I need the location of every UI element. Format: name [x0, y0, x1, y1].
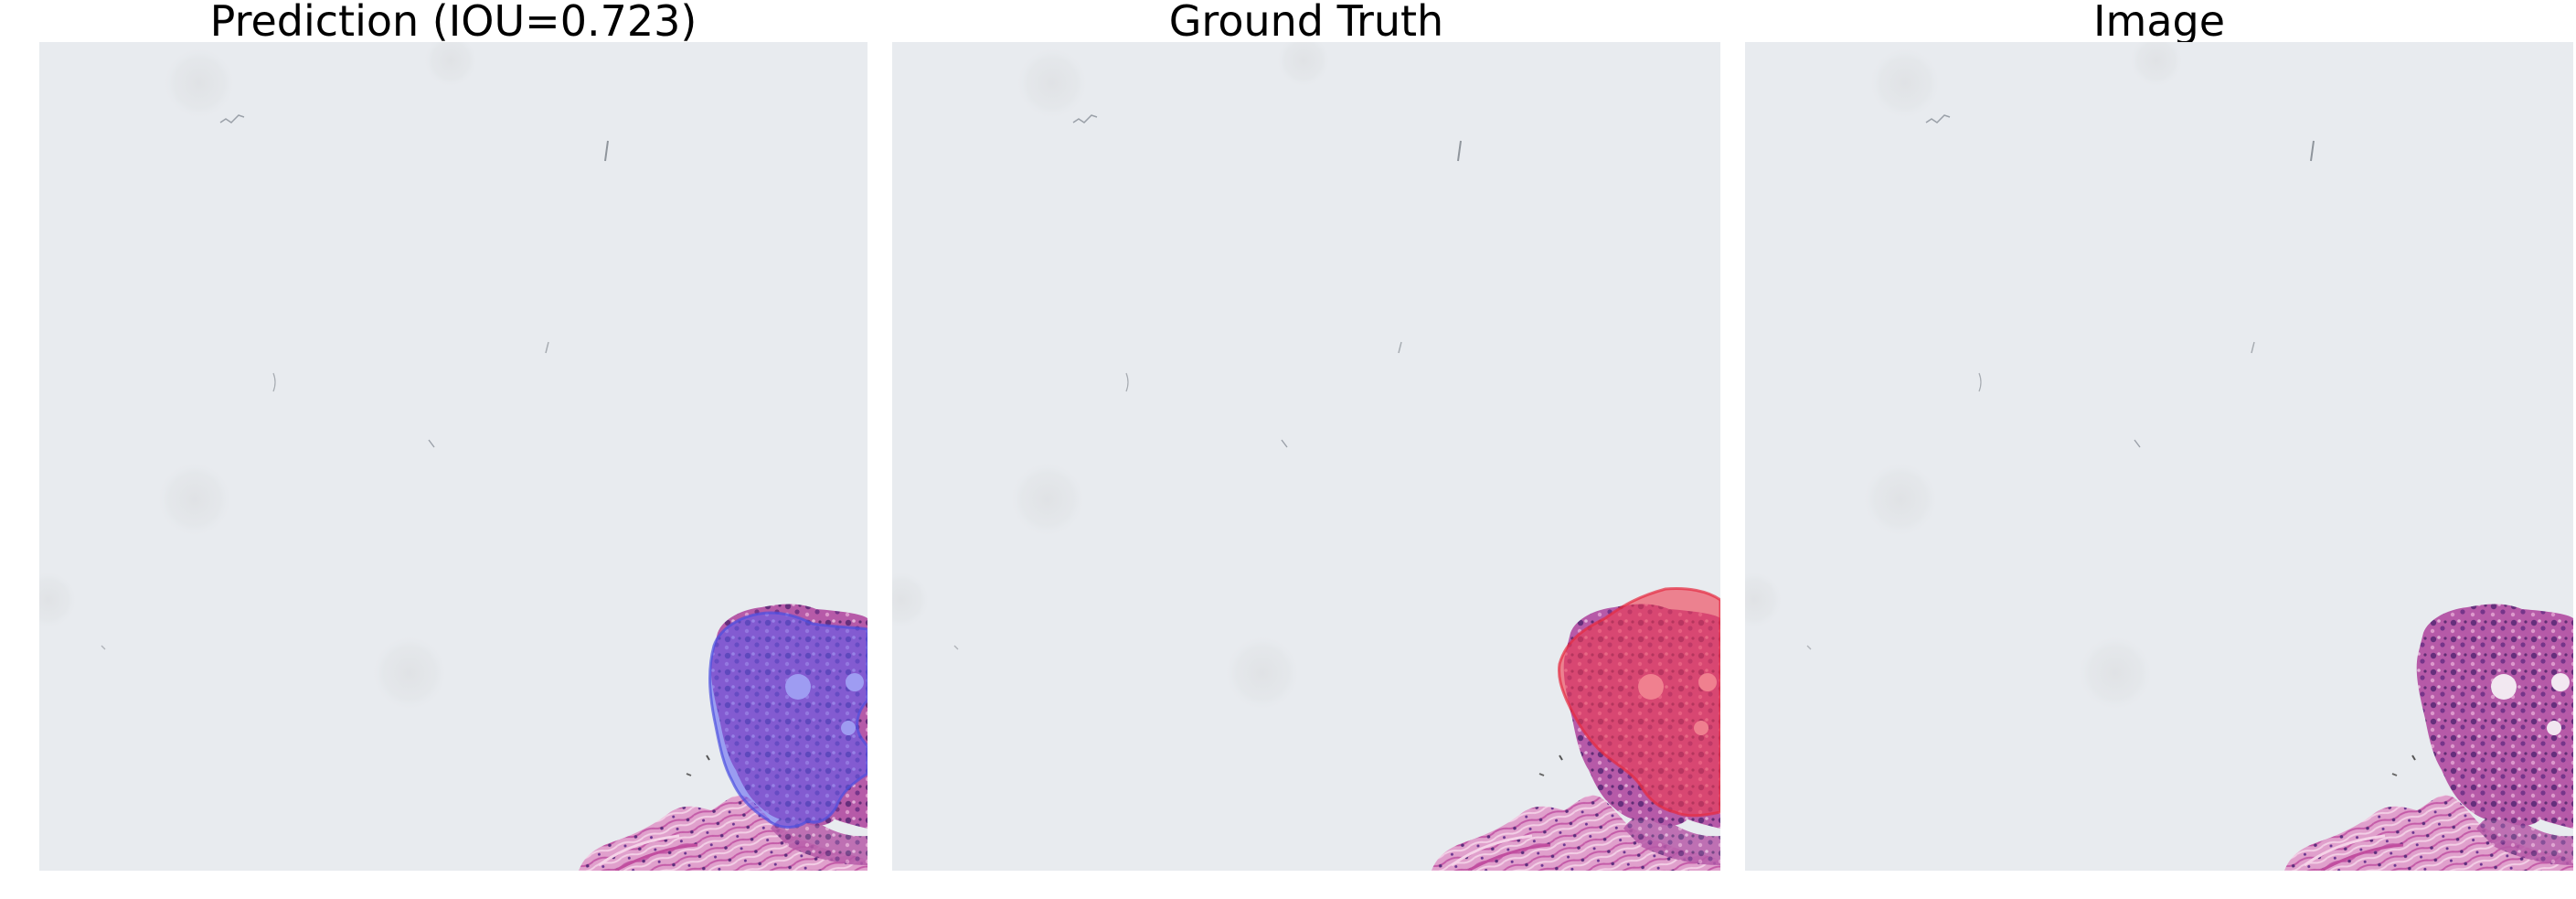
image-panel: Image [1745, 0, 2573, 899]
ground-truth-image [892, 42, 1720, 871]
prediction-image [39, 42, 868, 871]
prediction-title: Prediction (IOU=0.723) [209, 0, 697, 46]
image-title: Image [2092, 0, 2226, 46]
prediction-panel: Prediction (IOU=0.723) [39, 0, 868, 899]
ground-truth-title: Ground Truth [1168, 0, 1444, 46]
histology-image [1745, 42, 2573, 871]
ground-truth-panel: Ground Truth [892, 0, 1720, 899]
